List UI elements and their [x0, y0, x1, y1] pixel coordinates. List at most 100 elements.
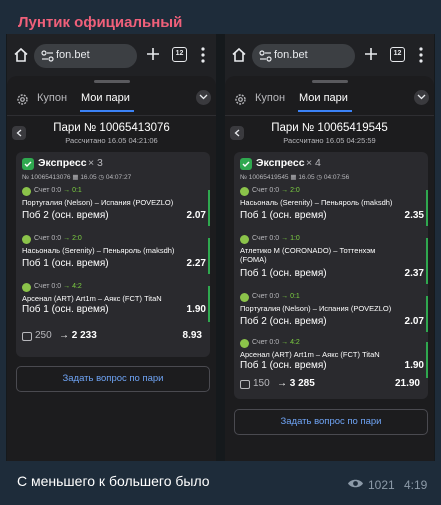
new-tab-icon	[365, 48, 377, 60]
win-indicator	[208, 190, 210, 226]
event-odd: 1.90	[404, 360, 424, 371]
more-menu-icon	[419, 47, 423, 63]
active-tab-indicator	[80, 110, 134, 112]
event-score: Счет 0:0 → 2:0	[252, 187, 300, 194]
express-label: Экспресс	[256, 157, 305, 169]
right-screenshot: fon.bet 12 Купон Мои пари Пари № 1006541…	[225, 34, 434, 461]
bet-id: № 10065413076	[22, 174, 71, 181]
event-odd: 2.07	[404, 316, 424, 327]
soccer-ball-icon	[240, 339, 249, 348]
event-market: Поб 2 (осн. время)	[240, 316, 327, 327]
browser-toolbar: fon.bet 12	[7, 34, 216, 76]
tab-my-bets: Мои пари	[81, 92, 130, 104]
win-indicator	[426, 238, 428, 284]
event-market: Поб 1 (осн. время)	[240, 360, 327, 371]
bet-header: Пари № 10065413076 Рассчитано 16.05 04:2…	[7, 119, 216, 153]
chevron-down-icon	[199, 94, 208, 100]
eye-icon	[348, 479, 363, 488]
bet-calculated-time: Рассчитано 16.05 04:21:06	[65, 136, 158, 145]
site-settings-icon	[41, 50, 54, 62]
tab-my-bets: Мои пари	[299, 92, 348, 104]
collapse-button	[414, 90, 429, 105]
ask-question-button: Задать вопрос по пари	[16, 366, 210, 392]
bet-title: Пари № 10065419545	[271, 122, 388, 134]
payout-amount: → 3 285	[277, 378, 315, 389]
channel-title[interactable]: Лунтик официальный	[18, 14, 182, 31]
event-odd: 2.37	[404, 268, 424, 279]
event-item: Счет 0:0 → 4:2 Арсенал (ART) Art1m – Аяк…	[22, 282, 210, 330]
tabs-count-icon: 12	[390, 47, 405, 62]
event-teams: Португалия (Nelson) – Испания (POVEZLO)	[240, 304, 392, 313]
event-teams: Португалия (Nelson) – Испания (POVEZLO)	[22, 198, 174, 207]
event-market: Поб 1 (осн. время)	[22, 258, 109, 269]
gear-icon	[235, 94, 246, 105]
bet-time: 04:07:56	[323, 174, 350, 181]
clock-icon: ◷	[316, 174, 324, 181]
event-market: Поб 1 (осн. время)	[240, 268, 327, 279]
event-market: Поб 1 (осн. время)	[22, 304, 109, 315]
url-text: fon.bet	[274, 49, 308, 61]
soccer-ball-icon	[22, 187, 31, 196]
coupon-icon	[22, 332, 32, 341]
event-item: Счет 0:0 → 0:1 Португалия (Nelson) – Исп…	[240, 292, 428, 340]
soccer-ball-icon	[240, 235, 249, 244]
clock-icon: ◷	[98, 174, 106, 181]
bet-sheet: Купон Мои пари Пари № 10065419545 Рассчи…	[225, 76, 434, 461]
event-odd: 2.35	[404, 210, 424, 221]
check-icon	[22, 158, 34, 170]
divider	[225, 115, 434, 116]
card-footer: 150 → 3 285 21.90	[240, 378, 422, 394]
left-screenshot: fon.bet 12 Купон Мои пари Пари № 1006541…	[7, 34, 216, 461]
post-time: 4:19	[404, 478, 428, 492]
active-tab-indicator	[298, 110, 352, 112]
sheet-tabs: Купон Мои пари	[225, 86, 434, 114]
stake-amount: 250	[35, 330, 52, 341]
screenshots-photo[interactable]: fon.bet 12 Купон Мои пари Пари № 1006541…	[6, 34, 435, 461]
card-footer: 250 → 2 233 8.93	[22, 330, 204, 346]
bet-meta: № 10065419545 ▦ 16.05 ◷ 04:07:56	[240, 173, 349, 181]
event-teams: Атлетико М (CORONADO) – Тоттенхэм (FOMA)	[240, 246, 376, 264]
home-icon	[14, 47, 28, 62]
event-score: Счет 0:0 → 0:1	[252, 293, 300, 300]
express-card: Экспресс × 4 № 10065419545 ▦ 16.05 ◷ 04:…	[234, 152, 428, 399]
address-bar: fon.bet	[34, 44, 137, 68]
url-text: fon.bet	[56, 49, 90, 61]
bet-meta: № 10065413076 ▦ 16.05 ◷ 04:07:27	[22, 173, 131, 181]
divider	[7, 115, 216, 116]
sheet-handle	[311, 80, 348, 83]
event-score: Счет 0:0 → 4:2	[252, 339, 300, 346]
event-teams: Арсенал (ART) Art1m – Аякс (FCT) TitaN	[240, 350, 380, 359]
event-item: Счет 0:0 → 2:0 Насьональ (Serenity) – Пе…	[22, 234, 210, 282]
event-score: Счет 0:0 → 0:1	[34, 187, 82, 194]
event-score: Счет 0:0 → 1:0	[252, 235, 300, 242]
collapse-button	[196, 90, 211, 105]
event-item: Счет 0:0 → 1:0 Атлетико М (CORONADO) – Т…	[240, 234, 428, 292]
tabs-count-icon: 12	[172, 47, 187, 62]
tab-coupon: Купон	[37, 92, 68, 104]
tab-coupon: Купон	[255, 92, 286, 104]
express-count: × 4	[306, 157, 321, 169]
win-indicator	[426, 190, 428, 226]
win-indicator	[426, 296, 428, 332]
soccer-ball-icon	[240, 293, 249, 302]
chevron-down-icon	[417, 94, 426, 100]
payout-amount: → 2 233	[59, 330, 97, 341]
check-icon	[240, 158, 252, 170]
bet-calculated-time: Рассчитано 16.05 04:25:59	[283, 136, 376, 145]
win-indicator	[208, 238, 210, 274]
event-odd: 1.90	[186, 304, 206, 315]
gear-icon	[17, 94, 28, 105]
bet-title: Пари № 10065413076	[53, 122, 170, 134]
soccer-ball-icon	[22, 235, 31, 244]
bet-sheet: Купон Мои пари Пари № 10065413076 Рассчи…	[7, 76, 216, 461]
bet-id: № 10065419545	[240, 174, 289, 181]
card-header: Экспресс × 3 № 10065413076 ▦ 16.05 ◷ 04:…	[22, 157, 202, 183]
post-caption: С меньшего к большего было	[17, 473, 210, 489]
more-menu-icon	[201, 47, 205, 63]
soccer-ball-icon	[240, 187, 249, 196]
browser-toolbar: fon.bet 12	[225, 34, 434, 76]
total-odd: 21.90	[394, 378, 420, 389]
win-indicator	[426, 342, 428, 378]
site-settings-icon	[259, 50, 272, 62]
card-header: Экспресс × 4 № 10065419545 ▦ 16.05 ◷ 04:…	[240, 157, 420, 183]
